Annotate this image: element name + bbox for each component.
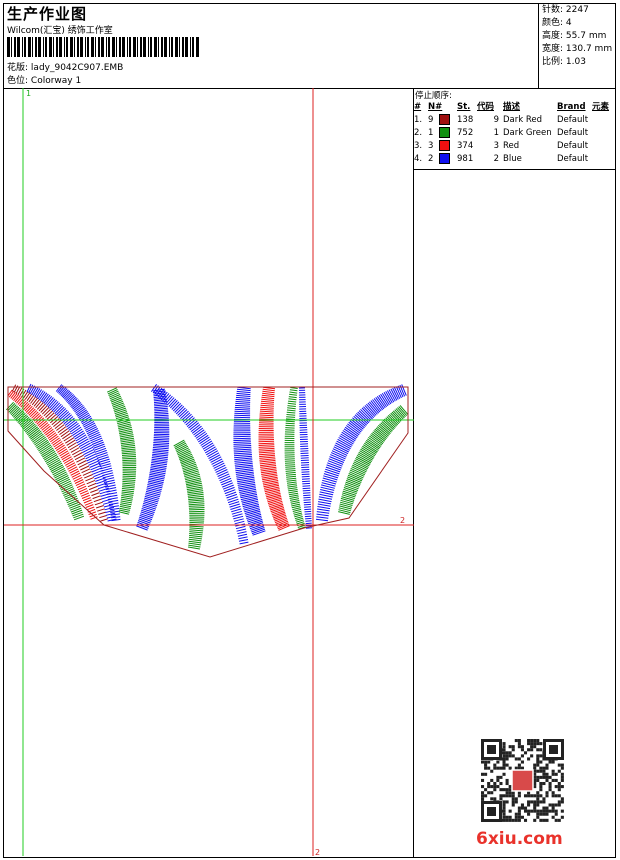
table-row: 4. 2 981 2 Blue Default	[414, 153, 589, 164]
stats-panel: 针数: 2247 颜色: 4 高度: 55.7 mm 宽度: 130.7 mm …	[542, 4, 612, 69]
table-row: 2. 1 752 1 Dark Green Default	[414, 127, 589, 138]
stat-stitches: 针数: 2247	[542, 5, 589, 15]
design-label: 花版:	[7, 63, 29, 73]
color-swatch	[438, 127, 450, 138]
col-needle: N#	[428, 102, 443, 112]
stop-sequence-title: 停止顺序:	[415, 91, 452, 101]
company-name: Wilcom(汇宝) 绣饰工作室	[7, 26, 113, 36]
stop-sequence-table: # N# St. 代码 描述 Brand 元素 1. 9 138 9 Dark …	[414, 101, 609, 166]
stat-colors: 颜色: 4	[542, 18, 572, 28]
color-swatch	[438, 140, 450, 151]
design-file-line: 花版: lady_9042C907.EMB	[7, 62, 123, 74]
col-element: 元素	[592, 102, 610, 112]
table-row: 1. 9 138 9 Dark Red Default	[414, 114, 589, 125]
guide-label-2-vertical: 2	[315, 848, 321, 857]
col-brand: Brand	[557, 102, 586, 112]
color-swatch	[438, 114, 450, 125]
stitch-bands	[6, 383, 409, 550]
table-header: # N# St. 代码 描述 Brand 元素	[414, 101, 609, 114]
col-stitches: St.	[457, 102, 471, 112]
embroidery-design-canvas	[4, 88, 414, 856]
sequence-bottom-rule	[413, 169, 616, 170]
colorway-line: 色位: Colorway 1	[7, 75, 81, 87]
stat-width: 宽度: 130.7 mm	[542, 44, 613, 54]
guide-label-1: 1	[26, 89, 32, 98]
page-title: 生产作业图	[7, 5, 88, 23]
stat-height: 高度: 55.7 mm	[542, 31, 607, 41]
guide-label-2-horizontal: 2	[400, 516, 406, 525]
barcode	[7, 37, 199, 57]
col-desc: 描述	[503, 102, 521, 112]
col-index: #	[414, 102, 422, 112]
qr-code	[481, 739, 564, 822]
design-file: lady_9042C907.EMB	[30, 63, 124, 73]
table-row: 3. 3 374 3 Red Default	[414, 140, 589, 151]
stat-scale: 比例: 1.03	[542, 57, 586, 67]
site-watermark: 6xiu.com	[476, 829, 563, 849]
col-code: 代码	[477, 102, 495, 112]
header-divider	[538, 3, 539, 88]
colorway-value: Colorway 1	[30, 76, 82, 86]
color-swatch	[438, 153, 450, 164]
colorway-label: 色位:	[7, 76, 29, 86]
